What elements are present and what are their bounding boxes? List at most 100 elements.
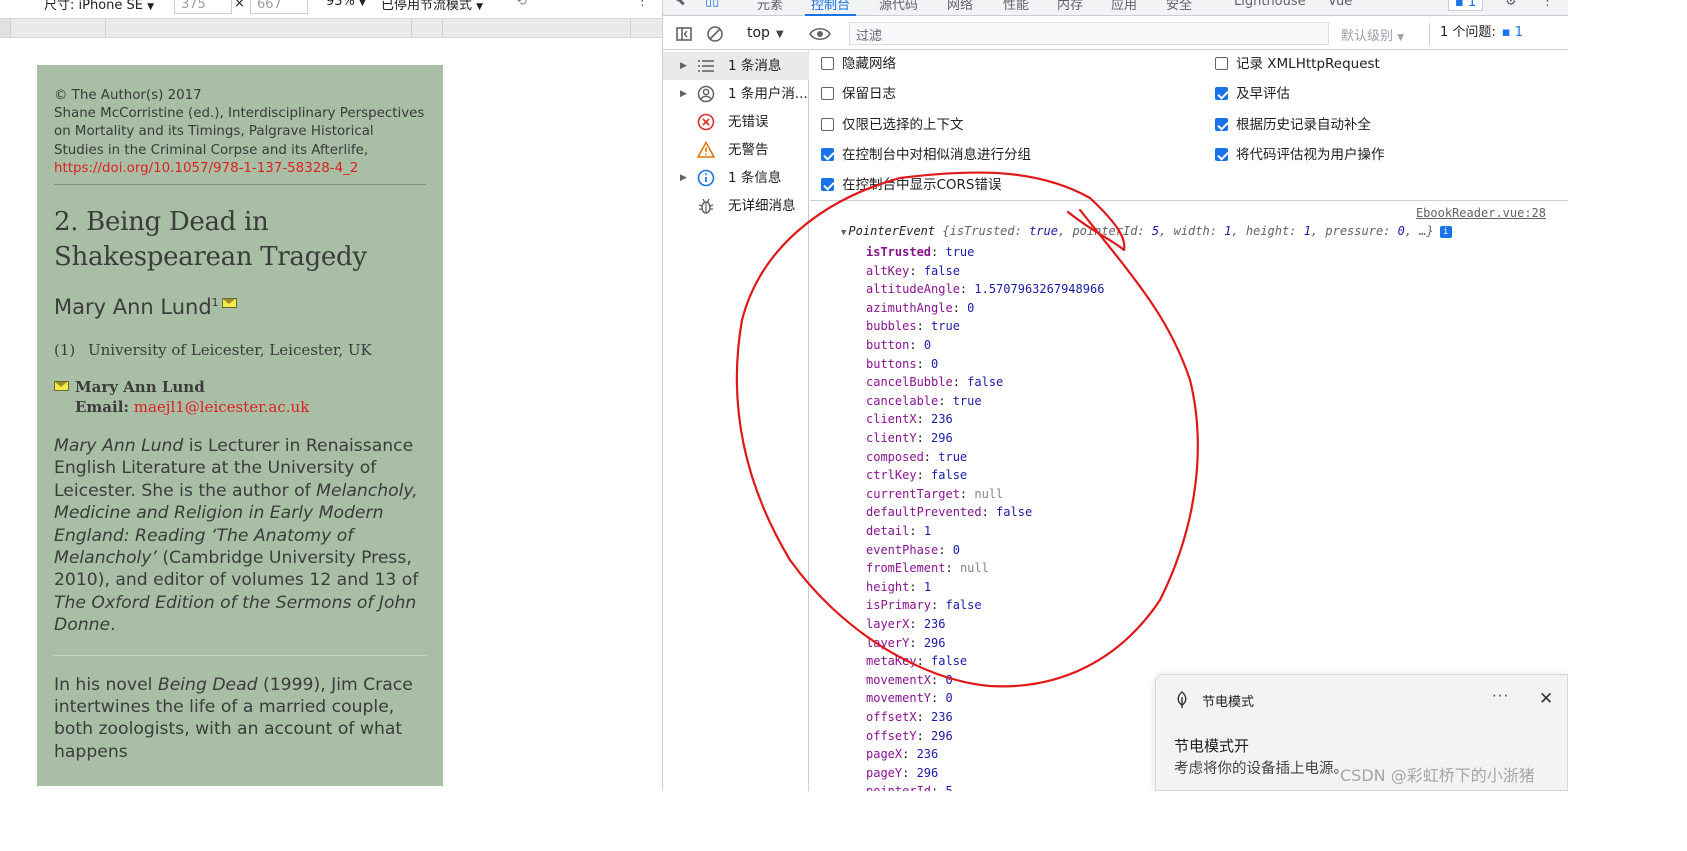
property-row[interactable]: isTrusted: true xyxy=(866,243,974,262)
issues-badge[interactable]: ▪ 1 xyxy=(1448,0,1484,11)
tab-vue[interactable]: Vue xyxy=(1328,0,1352,9)
property-row[interactable]: eventPhase: 0 xyxy=(866,541,960,560)
issues-counter[interactable]: 1 个问题: ▪ 1 xyxy=(1429,23,1523,45)
property-separator: : xyxy=(931,691,946,706)
property-row[interactable]: buttons: 0 xyxy=(866,355,938,374)
envelope-icon xyxy=(54,381,69,392)
sidebar-item-user-messages[interactable]: ▶ 1 条用户消... xyxy=(663,80,809,108)
sidebar-item-warnings[interactable]: 无警告 xyxy=(663,136,809,164)
toast-app-name: 节电模式 xyxy=(1202,695,1255,710)
checkbox-box[interactable] xyxy=(821,87,834,100)
property-row[interactable]: height: 1 xyxy=(866,578,931,597)
more-options-icon[interactable]: ··· xyxy=(1492,687,1509,705)
author-affil-ref[interactable]: 1 xyxy=(212,296,219,309)
property-row[interactable]: offsetY: 296 xyxy=(866,727,953,746)
tab-network[interactable]: 网络 xyxy=(947,0,973,13)
context-select[interactable]: top ▼ xyxy=(747,25,784,41)
checkbox-box[interactable] xyxy=(1215,118,1228,131)
property-value: false xyxy=(996,505,1033,520)
property-row[interactable]: pageX: 236 xyxy=(866,745,938,764)
source-link[interactable]: EbookReader.vue:28 xyxy=(1416,206,1546,220)
property-row[interactable]: isPrimary: false xyxy=(866,596,982,615)
property-separator: : xyxy=(916,710,932,724)
property-value: 296 xyxy=(931,728,953,743)
tab-security[interactable]: 安全 xyxy=(1166,0,1192,13)
width-input[interactable]: 375 xyxy=(174,0,232,14)
ruler-segment[interactable] xyxy=(0,19,10,37)
checkbox-box[interactable] xyxy=(1215,57,1228,70)
sidebar-item-verbose[interactable]: 无详细消息 xyxy=(663,192,809,220)
zoom-select[interactable]: 93% ▼ xyxy=(326,0,366,9)
property-row[interactable]: metaKey: false xyxy=(866,652,967,671)
tab-lighthouse[interactable]: Lighthouse xyxy=(1234,0,1306,9)
property-row[interactable]: layerX: 236 xyxy=(866,615,946,634)
property-row[interactable]: clientY: 296 xyxy=(866,429,953,448)
property-row[interactable]: pointerId: 5 xyxy=(866,782,953,791)
property-separator: : xyxy=(938,542,953,557)
checkbox-box[interactable] xyxy=(821,178,834,191)
email-link[interactable]: maejl1@leicester.ac.uk xyxy=(134,398,310,416)
property-row[interactable]: defaultPrevented: false xyxy=(866,503,1032,522)
rotate-icon[interactable]: ⟲ xyxy=(516,0,527,9)
envelope-icon[interactable] xyxy=(221,298,237,309)
sidebar-item-errors[interactable]: 无错误 xyxy=(663,108,809,136)
media-query-ruler[interactable] xyxy=(0,18,662,38)
property-row[interactable]: azimuthAngle: 0 xyxy=(866,299,974,318)
property-row[interactable]: movementX: 0 xyxy=(866,671,953,690)
more-options-icon[interactable]: ⋮ xyxy=(1541,0,1554,9)
tab-application[interactable]: 应用 xyxy=(1111,0,1137,13)
object-header[interactable]: ▼ PointerEvent {isTrusted: true, pointerI… xyxy=(841,224,1452,238)
filter-input[interactable]: 过滤 xyxy=(849,22,1329,45)
inspect-element-icon[interactable]: ⬉ xyxy=(675,0,686,9)
property-row[interactable]: cancelable: true xyxy=(866,392,982,411)
property-separator: : xyxy=(916,728,932,743)
property-row[interactable]: bubbles: true xyxy=(866,317,960,336)
property-row[interactable]: composed: true xyxy=(866,448,967,467)
property-row[interactable]: altitudeAngle: 1.5707963267948966 xyxy=(866,280,1104,299)
tab-memory[interactable]: 内存 xyxy=(1057,0,1083,13)
toast-title: 节电模式开 xyxy=(1174,737,1250,755)
property-row[interactable]: movementY: 0 xyxy=(866,689,953,708)
device-select[interactable]: 尺寸: iPhone SE ▼ xyxy=(44,0,154,13)
checkbox-box[interactable] xyxy=(821,57,834,70)
height-input[interactable]: 667 xyxy=(250,0,308,14)
property-row[interactable]: altKey: false xyxy=(866,262,960,281)
info-icon[interactable]: i xyxy=(1439,226,1452,238)
property-row[interactable]: currentTarget: null xyxy=(866,485,1003,504)
expand-triangle-icon[interactable]: ▼ xyxy=(841,228,846,238)
property-separator: : xyxy=(938,393,953,408)
checkbox-box[interactable] xyxy=(1215,148,1228,161)
tab-elements[interactable]: 元素 xyxy=(757,0,783,13)
property-row[interactable]: ctrlKey: false xyxy=(866,466,967,485)
context-value: top xyxy=(747,25,770,41)
checkbox-box[interactable] xyxy=(821,118,834,131)
property-row[interactable]: clientX: 236 xyxy=(866,410,953,429)
sidebar-item-info[interactable]: ▶ 1 条信息 xyxy=(663,164,809,192)
expand-triangle-icon[interactable]: ▶ xyxy=(680,52,687,80)
doi-link[interactable]: https://doi.org/10.1057/978-1-137-58328-… xyxy=(54,160,426,178)
sidebar-toggle-icon[interactable] xyxy=(675,25,693,43)
property-row[interactable]: cancelBubble: false xyxy=(866,373,1003,392)
device-toggle-icon[interactable]: ▯▯ xyxy=(705,0,719,9)
eye-icon[interactable] xyxy=(809,25,831,43)
tab-sources[interactable]: 源代码 xyxy=(879,0,918,13)
close-icon[interactable]: ✕ xyxy=(1539,689,1553,709)
checkbox-box[interactable] xyxy=(821,148,834,161)
property-row[interactable]: button: 0 xyxy=(866,336,931,355)
settings-gear-icon[interactable]: ⚙ xyxy=(1505,0,1517,9)
throttle-select[interactable]: 已停用节流模式 ▼ xyxy=(381,0,483,13)
tab-performance[interactable]: 性能 xyxy=(1003,0,1029,13)
clear-console-icon[interactable] xyxy=(706,25,724,43)
property-row[interactable]: layerY: 296 xyxy=(866,634,946,653)
property-row[interactable]: offsetX: 236 xyxy=(866,708,953,727)
sidebar-item-messages[interactable]: ▶ 1 条消息 xyxy=(663,52,809,80)
property-row[interactable]: pageY: 296 xyxy=(866,764,938,783)
more-options-icon[interactable]: ⋮ xyxy=(636,0,649,9)
log-levels-select[interactable]: 默认级别 ▼ xyxy=(1341,25,1404,44)
tab-console[interactable]: 控制台 xyxy=(804,0,857,16)
checkbox-box[interactable] xyxy=(1215,87,1228,100)
expand-triangle-icon[interactable]: ▶ xyxy=(680,164,687,192)
expand-triangle-icon[interactable]: ▶ xyxy=(680,80,687,108)
property-row[interactable]: fromElement: null xyxy=(866,559,989,578)
property-row[interactable]: detail: 1 xyxy=(866,522,931,541)
